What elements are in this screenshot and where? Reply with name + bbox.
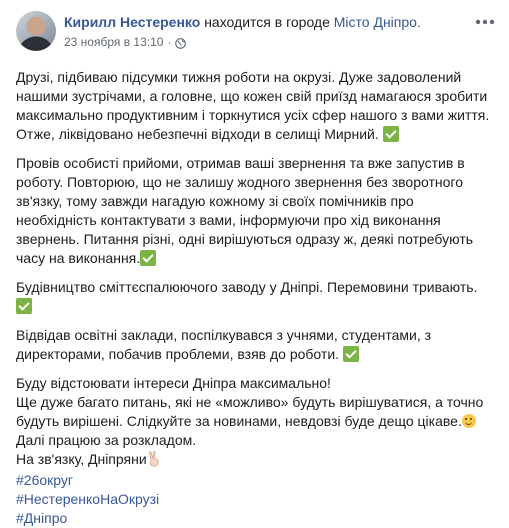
author-name-link[interactable]: Кирилл Нестеренко bbox=[64, 14, 200, 30]
more-options-icon[interactable] bbox=[473, 14, 497, 30]
post-header: Кирилл Нестеренко находится в городе Міс… bbox=[16, 11, 493, 55]
check-mark-icon bbox=[16, 298, 32, 314]
paragraph-4-text: Відвідав освітні заклади, поспілкувався … bbox=[16, 327, 432, 362]
post-body: Друзі, підбиваю підсумки тижня роботи на… bbox=[16, 68, 493, 528]
facebook-post: Кирилл Нестеренко находится в городе Міс… bbox=[0, 0, 509, 526]
closing-paragraph: Буду відстоювати інтереси Дніпра максима… bbox=[16, 374, 493, 469]
paragraph-3-text: Будівництво сміттєспалюючого заводу у Дн… bbox=[16, 279, 478, 295]
hashtag-link[interactable]: #26округ bbox=[16, 471, 493, 490]
timestamp-link[interactable]: 23 ноября в 13:10 bbox=[64, 34, 163, 50]
meta-separator: · bbox=[167, 35, 172, 49]
hashtag-link[interactable]: #НестеренкоНаОкрузі bbox=[16, 490, 493, 509]
author-line: Кирилл Нестеренко находится в городе Міс… bbox=[64, 13, 493, 31]
victory-hand-icon bbox=[147, 451, 161, 467]
closing-line-3: Далі працюю за розкладом. bbox=[16, 432, 197, 448]
globe-icon[interactable] bbox=[175, 37, 187, 49]
closing-line-4: На зв'язку, Дніпряни bbox=[16, 451, 147, 467]
paragraph-2-text: Провів особисті прийоми, отримав ваші зв… bbox=[16, 155, 474, 266]
paragraph-3: Будівництво сміттєспалюючого заводу у Дн… bbox=[16, 278, 493, 316]
closing-line-1: Буду відстоювати інтереси Дніпра максима… bbox=[16, 375, 331, 391]
post-meta: Кирилл Нестеренко находится в городе Міс… bbox=[64, 11, 493, 50]
check-mark-icon bbox=[342, 346, 359, 362]
author-avatar[interactable] bbox=[16, 11, 56, 51]
timestamp-line: 23 ноября в 13:10 · bbox=[64, 34, 493, 50]
paragraph-1-text: Друзі, підбиваю підсумки тижня роботи на… bbox=[16, 69, 490, 142]
paragraph-1: Друзі, підбиваю підсумки тижня роботи на… bbox=[16, 68, 493, 144]
closing-line-2: Ще дуже багато питань, які не «можливо» … bbox=[16, 394, 484, 429]
location-link[interactable]: Місто Дніпро. bbox=[334, 14, 421, 30]
check-mark-icon bbox=[382, 126, 399, 142]
check-mark-icon bbox=[140, 250, 157, 266]
paragraph-4: Відвідав освітні заклади, поспілкувався … bbox=[16, 326, 493, 364]
location-prefix: находится в городе bbox=[204, 14, 330, 30]
paragraph-2: Провів особисті прийоми, отримав ваші зв… bbox=[16, 154, 493, 268]
winking-face-icon bbox=[461, 414, 476, 428]
